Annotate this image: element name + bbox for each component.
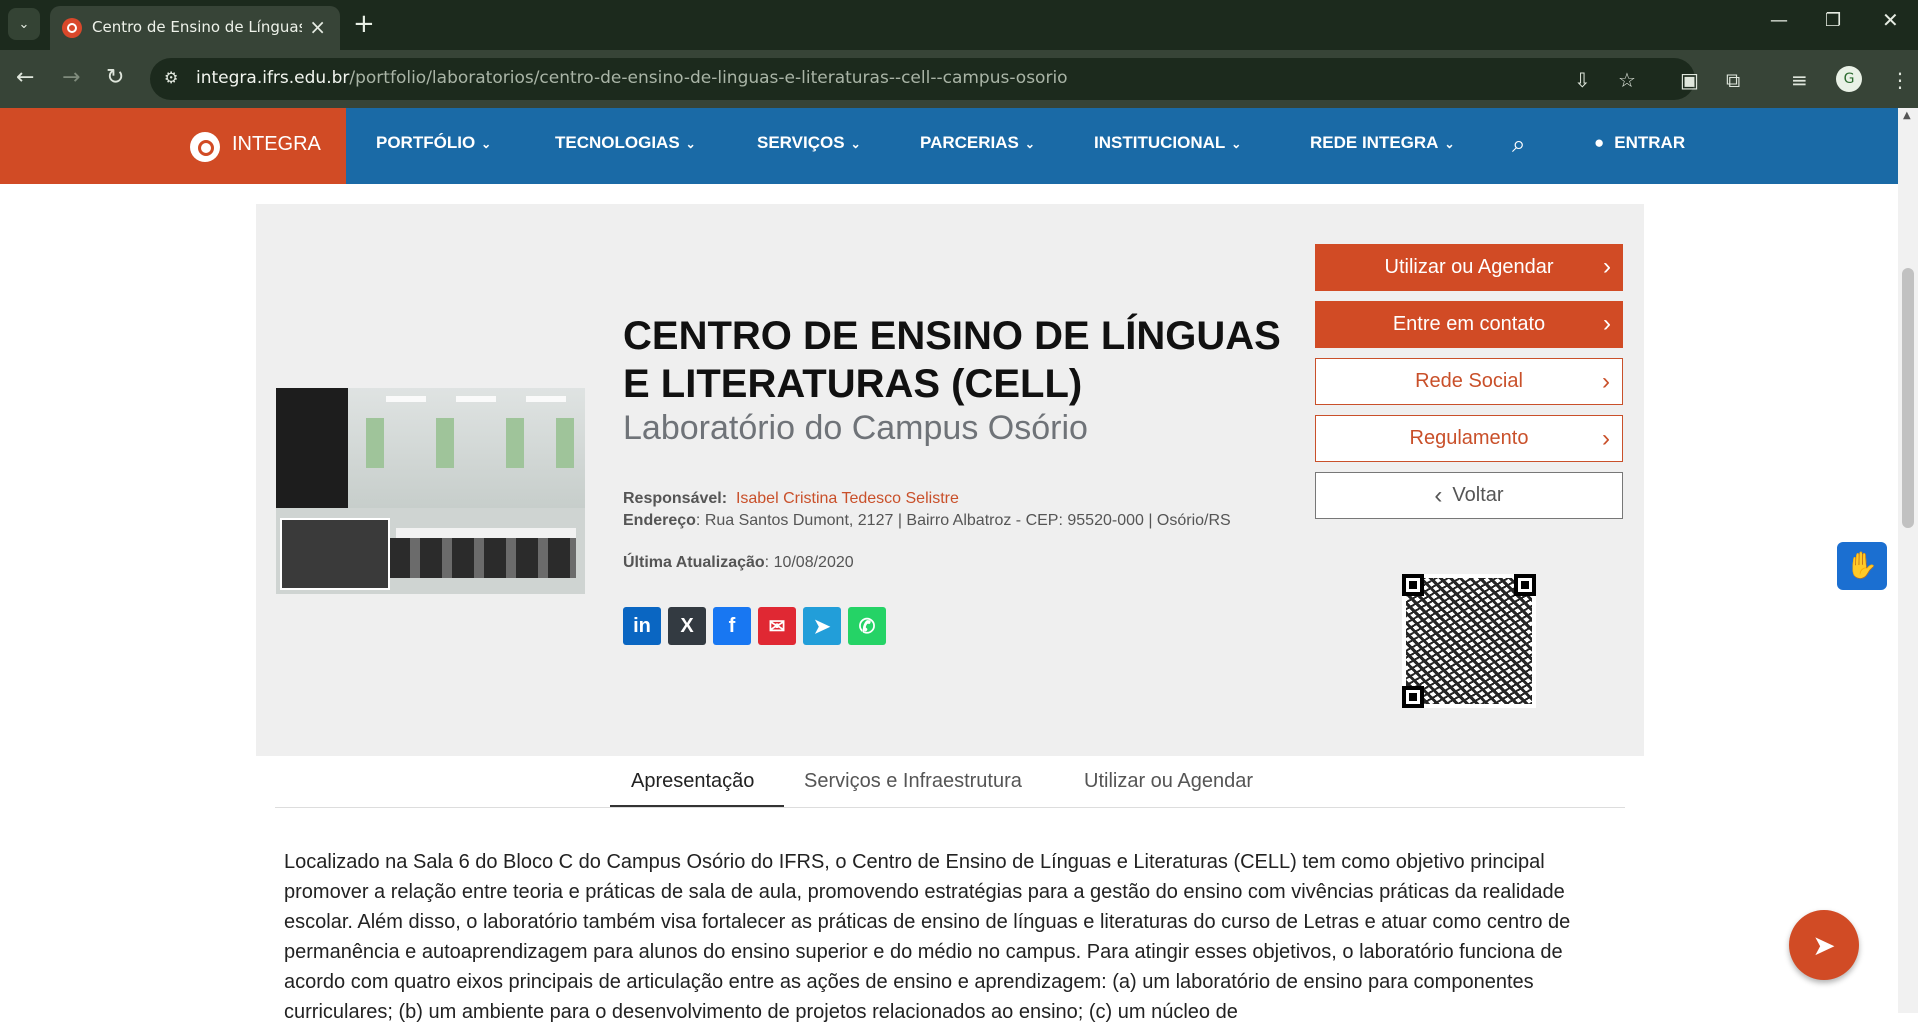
login-link[interactable]: ● ENTRAR xyxy=(1594,133,1685,153)
back-button[interactable]: ‹ Voltar xyxy=(1315,472,1623,519)
chevron-left-icon: ‹ xyxy=(1434,481,1443,509)
site-settings-icon[interactable]: ⚙ xyxy=(164,68,186,90)
more-menu-icon[interactable]: ⋮ xyxy=(1890,68,1910,92)
lab-header-panel: CENTRO DE ENSINO DE LÍNGUAS E LITERATURA… xyxy=(256,204,1644,756)
bookmark-star-icon[interactable]: ☆ xyxy=(1618,68,1636,92)
url-input[interactable]: ⚙ integra.ifrs.edu.br/portfolio/laborato… xyxy=(150,58,1695,100)
brand-name: INTEGRA xyxy=(232,133,321,155)
site-navbar: INTEGRA PORTFÓLIO ⌄ TECNOLOGIAS ⌄ SERVIÇOS… xyxy=(0,108,1898,184)
install-app-icon[interactable]: ⇩ xyxy=(1574,68,1591,92)
tab-utilizar-agendar[interactable]: Utilizar ou Agendar xyxy=(1084,770,1253,793)
chevron-down-icon: ⌄ xyxy=(1024,137,1035,151)
chevron-down-icon: ⌄ xyxy=(1231,137,1242,151)
scroll-up-icon[interactable]: ▲ xyxy=(1903,110,1911,121)
page-subtitle: Laboratório do Campus Osório xyxy=(623,409,1088,447)
chevron-down-icon: ⌄ xyxy=(481,137,492,151)
whatsapp-icon: ✆ xyxy=(858,615,876,638)
scrollbar-thumb[interactable] xyxy=(1902,268,1914,528)
endereco-label: Endereço xyxy=(623,512,696,529)
social-network-button[interactable]: Rede Social › xyxy=(1315,358,1623,405)
telegram-icon: ➤ xyxy=(813,615,831,638)
media-controls-icon[interactable]: ≡ xyxy=(1791,68,1808,92)
menu-servicos[interactable]: SERVIÇOS ⌄ xyxy=(757,133,861,153)
description-text: Localizado na Sala 6 do Bloco C do Campu… xyxy=(284,851,1571,1023)
tab-servicos-infraestrutura[interactable]: Serviços e Infraestrutura xyxy=(804,770,1022,793)
chevron-right-icon: › xyxy=(1603,253,1611,280)
browser-tab[interactable]: Centro de Ensino de Línguas e × xyxy=(50,6,340,50)
email-share-button[interactable]: ✉ xyxy=(758,607,796,645)
atualizacao-value: : 10/08/2020 xyxy=(764,554,854,571)
x-icon: X xyxy=(680,614,694,637)
menu-rede-integra[interactable]: REDE INTEGRA ⌄ xyxy=(1310,133,1455,153)
responsavel-link[interactable]: Isabel Cristina Tedesco Selistre xyxy=(736,490,959,507)
responsavel-label: Responsável: xyxy=(623,490,728,507)
facebook-icon: f xyxy=(728,614,736,637)
chevron-right-icon: › xyxy=(1603,310,1611,337)
integra-favicon-icon xyxy=(62,18,82,38)
chevron-right-icon: › xyxy=(1602,368,1610,395)
brand-link[interactable]: INTEGRA xyxy=(0,108,346,184)
use-schedule-button[interactable]: Utilizar ou Agendar › xyxy=(1315,244,1623,291)
linkedin-icon: in xyxy=(633,614,651,637)
whatsapp-share-button[interactable]: ✆ xyxy=(848,607,886,645)
forward-arrow-icon[interactable]: → xyxy=(62,64,80,92)
puzzle-icon[interactable]: ⧉ xyxy=(1726,68,1740,92)
tab-search-button[interactable]: ⌄ xyxy=(8,8,40,40)
content-tabs: Apresentação Serviços e Infraestrutura U… xyxy=(275,758,1625,808)
user-icon: ● xyxy=(1594,133,1605,152)
tab-apresentacao[interactable]: Apresentação xyxy=(631,770,754,793)
chevron-right-icon: › xyxy=(1602,425,1610,452)
browser-tab-bar: ⌄ Centro de Ensino de Línguas e × + — ❐ … xyxy=(0,0,1918,50)
x-share-button[interactable]: X xyxy=(668,607,706,645)
tab-title: Centro de Ensino de Línguas e xyxy=(92,18,302,36)
new-tab-button[interactable]: + xyxy=(353,8,375,40)
chevron-down-icon: ⌄ xyxy=(18,16,30,32)
chevron-down-icon: ⌄ xyxy=(685,137,696,151)
qr-code xyxy=(1402,574,1536,708)
send-message-button[interactable]: ➤ xyxy=(1789,910,1859,980)
chevron-down-icon: ⌄ xyxy=(1444,137,1455,151)
search-icon[interactable]: ⌕ xyxy=(1512,130,1525,158)
endereco-value: : Rua Santos Dumont, 2127 | Bairro Albat… xyxy=(695,512,1231,529)
menu-tecnologias[interactable]: TECNOLOGIAS ⌄ xyxy=(555,133,696,153)
chevron-down-icon: ⌄ xyxy=(850,137,861,151)
atualizacao-label: Última Atualização xyxy=(623,554,765,571)
active-tab-indicator xyxy=(610,805,784,807)
page-title: CENTRO DE ENSINO DE LÍNGUAS E LITERATURA… xyxy=(623,314,1281,406)
facebook-share-button[interactable]: f xyxy=(713,607,751,645)
restore-icon[interactable]: ❐ xyxy=(1825,10,1841,31)
address-bar: ← → ↻ ⚙ integra.ifrs.edu.br/portfolio/la… xyxy=(0,50,1918,108)
extension-icon[interactable]: ▣ xyxy=(1680,68,1699,92)
telegram-share-button[interactable]: ➤ xyxy=(803,607,841,645)
lab-photo xyxy=(276,388,585,594)
page-scrollbar[interactable]: ▲ xyxy=(1898,108,1918,1013)
endereco-row: Endereço: Rua Santos Dumont, 2127 | Bair… xyxy=(623,512,1231,530)
close-window-icon[interactable]: ✕ xyxy=(1882,8,1899,32)
menu-institucional[interactable]: INSTITUCIONAL ⌄ xyxy=(1094,133,1241,153)
responsavel-row: Responsável: Isabel Cristina Tedesco Sel… xyxy=(623,490,959,508)
regulation-button[interactable]: Regulamento › xyxy=(1315,415,1623,462)
close-tab-icon[interactable]: × xyxy=(309,15,326,39)
paper-plane-icon: ➤ xyxy=(1812,928,1836,962)
avatar[interactable]: G xyxy=(1836,66,1862,92)
back-arrow-icon[interactable]: ← xyxy=(16,64,34,92)
menu-parcerias[interactable]: PARCERIAS ⌄ xyxy=(920,133,1035,153)
integra-logo-icon xyxy=(190,132,220,162)
linkedin-share-button[interactable]: in xyxy=(623,607,661,645)
menu-portfolio[interactable]: PORTFÓLIO ⌄ xyxy=(376,133,491,153)
sign-language-icon[interactable]: ✋ xyxy=(1837,542,1887,590)
atualizacao-row: Última Atualização: 10/08/2020 xyxy=(623,554,854,572)
reload-icon[interactable]: ↻ xyxy=(106,64,124,92)
url-text: integra.ifrs.edu.br/portfolio/laboratori… xyxy=(196,68,1068,88)
contact-button[interactable]: Entre em contato › xyxy=(1315,301,1623,348)
email-icon: ✉ xyxy=(768,615,786,638)
minimize-icon[interactable]: — xyxy=(1770,10,1788,31)
